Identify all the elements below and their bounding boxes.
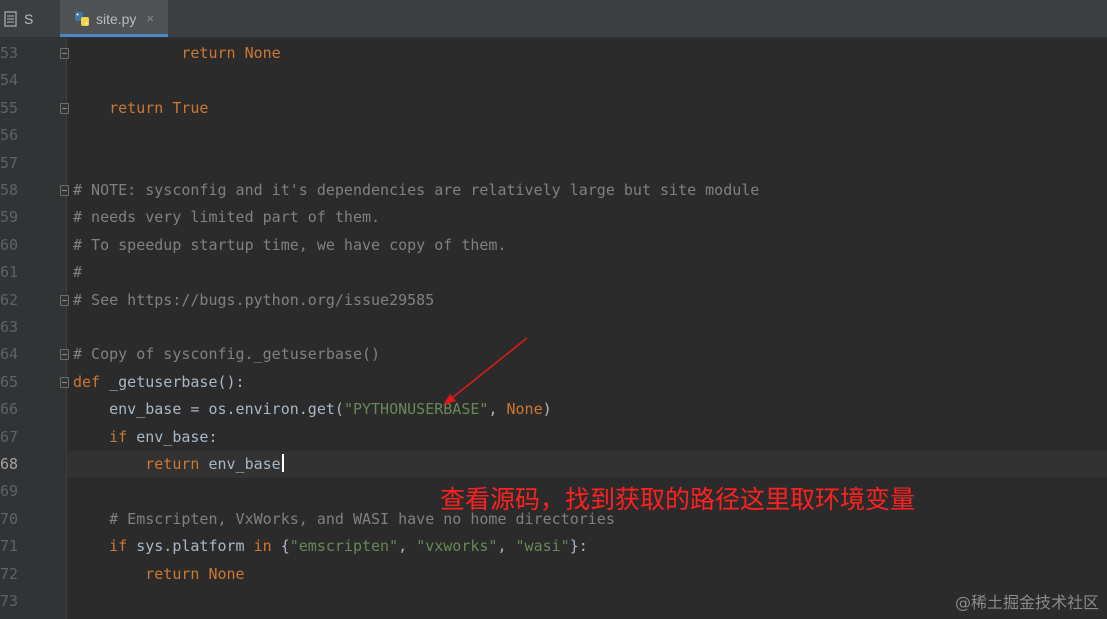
annotation-text: 查看源码，找到获取的路径这里取环境变量 bbox=[440, 485, 916, 514]
fold-marker-icon[interactable] bbox=[60, 376, 69, 388]
code-line[interactable]: 54 bbox=[0, 67, 1107, 94]
code-text: # To speedup startup time, we have copy … bbox=[73, 235, 507, 254]
line-number: 54 bbox=[0, 71, 19, 90]
fold-marker-icon[interactable] bbox=[60, 48, 69, 59]
code-text: # See https://bugs.python.org/issue29585 bbox=[73, 290, 435, 309]
code-line[interactable]: 73 bbox=[0, 588, 1107, 615]
line-number: 63 bbox=[0, 318, 19, 336]
code-line[interactable]: 64 # Copy of sysconfig._getuserbase() bbox=[0, 341, 1107, 368]
tab-s-label: S bbox=[24, 10, 34, 27]
line-number: 62 bbox=[0, 290, 19, 309]
active-tab-indicator bbox=[60, 34, 168, 37]
line-number: 68 bbox=[0, 455, 19, 473]
code-text: # needs very limited part of them. bbox=[73, 208, 381, 227]
code-line[interactable]: 68 return env_base bbox=[0, 451, 1107, 478]
code-line[interactable]: 66 env_base = os.environ.get("PYTHONUSER… bbox=[0, 396, 1107, 423]
code-line[interactable]: 56 bbox=[0, 122, 1107, 149]
line-number: 67 bbox=[0, 427, 19, 446]
line-number: 59 bbox=[0, 208, 19, 227]
fold-marker-icon[interactable] bbox=[60, 349, 69, 361]
code-line[interactable]: 62 # See https://bugs.python.org/issue295… bbox=[0, 287, 1107, 314]
code-line[interactable]: 71 if sys.platform in {"emscripten", "vx… bbox=[0, 533, 1107, 560]
line-number: 73 bbox=[0, 592, 19, 610]
code-text: if env_base: bbox=[109, 427, 218, 446]
code-text: # Copy of sysconfig._getuserbase() bbox=[73, 345, 381, 364]
code-line[interactable]: 67 if env_base: bbox=[0, 424, 1107, 451]
code-text: # bbox=[73, 263, 83, 282]
tab-site-py-label: site.py bbox=[95, 10, 137, 27]
line-number: 71 bbox=[0, 537, 19, 556]
fold-marker-icon[interactable] bbox=[60, 102, 69, 114]
tab-bar: S site.py × bbox=[0, 0, 1107, 38]
code-line[interactable]: 55 return True bbox=[0, 95, 1107, 122]
code-text: def _getuserbase(): bbox=[73, 372, 245, 391]
code-line[interactable]: 57 bbox=[0, 150, 1107, 177]
tab-site-py[interactable]: site.py × bbox=[60, 0, 168, 37]
code-line[interactable]: 63 bbox=[0, 314, 1107, 341]
line-number: 70 bbox=[0, 509, 19, 528]
line-number: 61 bbox=[0, 263, 19, 282]
code-line[interactable]: 60 # To speedup startup time, we have cop… bbox=[0, 232, 1107, 259]
line-number: 58 bbox=[0, 181, 19, 199]
code-line[interactable]: 65 def _getuserbase(): bbox=[0, 369, 1107, 396]
line-number: 72 bbox=[0, 564, 19, 583]
line-number: 65 bbox=[0, 372, 19, 391]
code-text: # NOTE: sysconfig and it's dependencies … bbox=[73, 181, 760, 199]
line-number: 55 bbox=[0, 98, 19, 117]
code-line[interactable]: 61 # bbox=[0, 259, 1107, 286]
line-number: 64 bbox=[0, 345, 19, 364]
code-line[interactable]: 59 # needs very limited part of them. bbox=[0, 204, 1107, 231]
fold-marker-icon[interactable] bbox=[60, 185, 69, 196]
file-icon bbox=[4, 10, 17, 27]
line-number: 60 bbox=[0, 235, 19, 254]
line-number: 53 bbox=[0, 44, 19, 62]
python-file-icon bbox=[74, 11, 89, 26]
close-tab-icon[interactable]: × bbox=[146, 11, 154, 26]
code-text: return None bbox=[145, 564, 245, 583]
code-line[interactable]: 53 return None bbox=[0, 40, 1107, 67]
line-number: 57 bbox=[0, 153, 19, 172]
tab-s[interactable]: S bbox=[0, 0, 58, 37]
fold-marker-icon[interactable] bbox=[60, 294, 69, 306]
line-number: 56 bbox=[0, 126, 19, 145]
code-text: return env_base bbox=[73, 451, 284, 478]
code-text: return None bbox=[181, 44, 281, 62]
line-number: 69 bbox=[0, 482, 19, 501]
watermark: @稀土掘金技术社区 bbox=[954, 593, 1099, 612]
code-text: if sys.platform in {"emscripten", "vxwor… bbox=[109, 537, 588, 556]
line-number: 66 bbox=[0, 400, 19, 419]
code-text: return True bbox=[109, 98, 209, 117]
code-text: env_base = os.environ.get("PYTHONUSERBAS… bbox=[73, 400, 552, 419]
code-line[interactable]: 72 return None bbox=[0, 561, 1107, 588]
code-line[interactable]: 58 # NOTE: sysconfig and it's dependencie… bbox=[0, 177, 1107, 204]
